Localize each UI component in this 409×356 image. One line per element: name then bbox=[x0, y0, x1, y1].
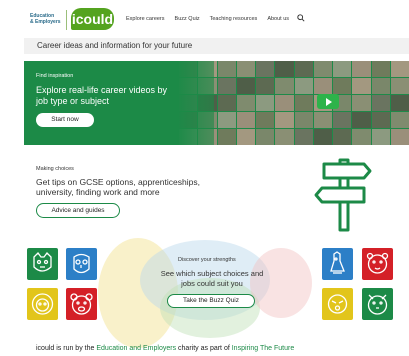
tagline-strip: Career ideas and information for your fu… bbox=[24, 38, 409, 54]
video-thumbnail[interactable] bbox=[352, 78, 371, 94]
choices-text: Get tips on GCSE options, apprenticeship… bbox=[36, 177, 200, 197]
logo-line-2: & Employers bbox=[30, 19, 61, 25]
icould-logo[interactable]: icould bbox=[71, 8, 114, 30]
video-thumbnail[interactable] bbox=[390, 129, 409, 145]
buzz-tiger-icon bbox=[362, 248, 393, 280]
video-thumbnail[interactable] bbox=[333, 61, 352, 77]
search-icon[interactable] bbox=[297, 14, 305, 22]
quiz-kicker: Discover your strengths bbox=[178, 257, 236, 263]
video-thumbnail[interactable] bbox=[390, 95, 409, 111]
video-thumbnail[interactable] bbox=[236, 78, 255, 94]
quiz-text: See which subject choices and jobs could… bbox=[160, 269, 264, 288]
video-thumbnail[interactable] bbox=[294, 95, 313, 111]
video-thumbnail[interactable] bbox=[333, 78, 352, 94]
video-thumbnail[interactable] bbox=[236, 112, 255, 128]
video-thumbnail[interactable] bbox=[371, 129, 390, 145]
video-thumbnail[interactable] bbox=[294, 78, 313, 94]
video-thumbnail[interactable] bbox=[313, 112, 332, 128]
video-thumbnail[interactable] bbox=[256, 129, 275, 145]
buzz-bear-icon bbox=[66, 288, 97, 320]
video-thumbnail[interactable] bbox=[236, 95, 255, 111]
video-thumbnail[interactable] bbox=[333, 112, 352, 128]
video-thumbnail[interactable] bbox=[217, 129, 236, 145]
hero-title: Explore real-life career videos by job t… bbox=[36, 85, 168, 106]
video-thumbnail[interactable] bbox=[236, 129, 255, 145]
hero-kicker: Find inspiration bbox=[36, 73, 74, 79]
video-thumbnail[interactable] bbox=[352, 61, 371, 77]
advice-guides-button[interactable]: Advice and guides bbox=[36, 203, 120, 218]
video-thumbnail[interactable] bbox=[294, 129, 313, 145]
buzz-lion-icon bbox=[27, 288, 58, 320]
video-thumbnail[interactable] bbox=[217, 112, 236, 128]
start-now-button[interactable]: Start now bbox=[36, 113, 94, 127]
video-thumbnail[interactable] bbox=[217, 95, 236, 111]
video-thumbnail[interactable] bbox=[275, 61, 294, 77]
nav-teaching-resources[interactable]: Teaching resources bbox=[210, 16, 258, 22]
video-thumbnail[interactable] bbox=[217, 61, 236, 77]
video-thumbnail[interactable] bbox=[217, 78, 236, 94]
video-thumbnail[interactable] bbox=[371, 61, 390, 77]
buzz-owl-icon bbox=[66, 248, 97, 280]
buzz-monkey-icon bbox=[322, 288, 353, 320]
buzz-dog-icon bbox=[362, 288, 393, 320]
video-thumbnail[interactable] bbox=[294, 112, 313, 128]
play-icon[interactable] bbox=[317, 94, 339, 109]
video-thumbnail[interactable] bbox=[313, 129, 332, 145]
video-thumbnail[interactable] bbox=[256, 95, 275, 111]
video-thumbnail[interactable] bbox=[256, 61, 275, 77]
footer-middle: charity as part of bbox=[176, 345, 232, 352]
nav-explore-careers[interactable]: Explore careers bbox=[126, 16, 165, 22]
buzz-cat-icon bbox=[27, 248, 58, 280]
footer-credit: icould is run by the Education and Emplo… bbox=[36, 345, 294, 352]
video-thumbnail[interactable] bbox=[313, 78, 332, 94]
video-thumbnail[interactable] bbox=[352, 95, 371, 111]
video-thumbnail[interactable] bbox=[371, 95, 390, 111]
education-employers-logo[interactable]: Education & Employers bbox=[30, 13, 62, 25]
video-thumbnail[interactable] bbox=[371, 78, 390, 94]
nav-buzz-quiz[interactable]: Buzz Quiz bbox=[175, 16, 200, 22]
video-thumbnail[interactable] bbox=[256, 78, 275, 94]
video-thumbnail[interactable] bbox=[256, 112, 275, 128]
main-nav: Explore careers Buzz Quiz Teaching resou… bbox=[126, 16, 289, 22]
video-thumbnail[interactable] bbox=[275, 129, 294, 145]
choices-kicker: Making choices bbox=[36, 166, 74, 172]
video-thumbnail[interactable] bbox=[352, 129, 371, 145]
education-employers-link[interactable]: Education and Employers bbox=[96, 345, 176, 352]
nav-about-us[interactable]: About us bbox=[267, 16, 289, 22]
video-thumbnail[interactable] bbox=[275, 112, 294, 128]
video-thumbnail[interactable] bbox=[275, 95, 294, 111]
buzz-horse-icon bbox=[322, 248, 353, 280]
video-thumbnail[interactable] bbox=[333, 129, 352, 145]
video-thumbnail[interactable] bbox=[390, 61, 409, 77]
buzz-quiz-button[interactable]: Take the Buzz Quiz bbox=[167, 294, 255, 308]
hero-banner: Find inspiration Explore real-life caree… bbox=[24, 61, 409, 145]
signpost-icon bbox=[314, 158, 372, 232]
logo-divider bbox=[66, 10, 67, 30]
video-thumbnail[interactable] bbox=[236, 61, 255, 77]
inspiring-the-future-link[interactable]: Inspiring The Future bbox=[232, 345, 295, 352]
video-thumbnail[interactable] bbox=[294, 61, 313, 77]
video-thumbnail[interactable] bbox=[275, 78, 294, 94]
video-thumbnail[interactable] bbox=[352, 112, 371, 128]
footer-prefix: icould is run by the bbox=[36, 345, 97, 352]
video-thumbnail[interactable] bbox=[390, 112, 409, 128]
video-thumbnail[interactable] bbox=[371, 112, 390, 128]
video-thumbnail[interactable] bbox=[390, 78, 409, 94]
video-thumbnail[interactable] bbox=[313, 61, 332, 77]
